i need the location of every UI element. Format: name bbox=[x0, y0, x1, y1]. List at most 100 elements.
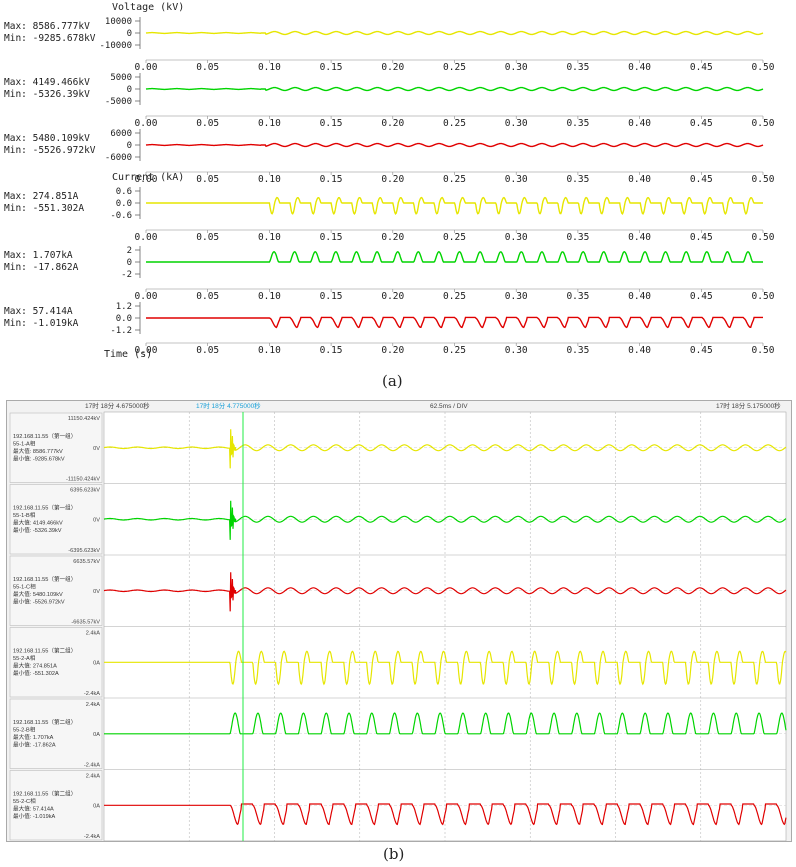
scale-top-label: 2.4kA bbox=[86, 702, 101, 708]
scale-zero-label: 0A bbox=[93, 660, 100, 666]
y-tick-label: 2 bbox=[127, 246, 132, 256]
x-axis: 0.00 0.05 0.10 0.15 0.20 0.25 0.30 0.35 0.40 0.45… bbox=[135, 288, 775, 302]
channel-max-label: Max: 1.707kA bbox=[4, 250, 73, 261]
panel-b-caption: (b) bbox=[383, 845, 405, 863]
x-tick-label: 0.05 bbox=[196, 291, 219, 302]
x-tick-label: 0.10 bbox=[258, 62, 281, 73]
y-tick-label: -5000 bbox=[105, 97, 132, 107]
waveform-line bbox=[146, 250, 763, 263]
y-tick-label: 0 bbox=[127, 29, 132, 39]
x-tick-label: 0.40 bbox=[628, 174, 651, 185]
channel-max-label: Max: 57.414A bbox=[4, 306, 73, 317]
channel-a-6: Max: 57.414AMin: -1.019kA1.20.0-1.20.00 0… bbox=[4, 302, 775, 356]
waveform-line bbox=[146, 316, 763, 329]
x-tick-label: 0.45 bbox=[690, 174, 713, 185]
x-tick-label: 0.05 bbox=[196, 174, 219, 185]
channel-ip-label: 192.168.11.55（第二组） bbox=[13, 718, 76, 726]
channel-min-label: 最小值: -5526.972kV bbox=[13, 597, 65, 605]
channel-max-label: 最大值: 5480.109kV bbox=[13, 590, 63, 598]
y-tick-label: 5000 bbox=[110, 73, 132, 83]
x-tick-label: 0.30 bbox=[505, 345, 528, 356]
channel-max-label: Max: 8586.777kV bbox=[4, 21, 90, 32]
x-tick-label: 0.25 bbox=[443, 291, 466, 302]
x-tick-label: 0.50 bbox=[752, 174, 775, 185]
scale-top-label: 2.4kA bbox=[86, 774, 101, 780]
channel-min-label: 最小值: -9285.678kV bbox=[13, 454, 65, 462]
channel-label-box[interactable] bbox=[9, 412, 103, 483]
x-tick-label: 0.50 bbox=[752, 345, 775, 356]
x-tick-label: 0.15 bbox=[320, 345, 343, 356]
panel-a-chart: Voltage (kV) Current (kA) Time (s) Max: … bbox=[4, 2, 775, 360]
x-tick-label: 0.25 bbox=[443, 232, 466, 243]
panel-b-chart: 17时 18分 4.675000秒 17时 18分 4.775000秒 62.5… bbox=[9, 401, 787, 842]
x-tick-label: 0.05 bbox=[196, 232, 219, 243]
channel-max-label: 最大值: 8586.777kV bbox=[13, 447, 63, 455]
x-tick-label: 0.50 bbox=[752, 62, 775, 73]
y-tick-label: -1.2 bbox=[110, 326, 132, 336]
channel-label-box[interactable] bbox=[9, 484, 103, 555]
channel-max-label: Max: 274.851A bbox=[4, 191, 79, 202]
y-tick-label: -2 bbox=[121, 270, 132, 280]
channel-name-label: 55-2-C相 bbox=[13, 797, 36, 805]
x-tick-label: 0.45 bbox=[690, 345, 713, 356]
x-tick-label: 0.35 bbox=[566, 62, 589, 73]
x-tick-label: 0.45 bbox=[690, 232, 713, 243]
panel-a-caption: (a) bbox=[382, 372, 403, 390]
channel-a-4: Max: 274.851AMin: -551.302A0.60.0-0.60.0… bbox=[4, 187, 775, 243]
channel-label-box[interactable] bbox=[9, 770, 103, 841]
channel-name-label: 55-1-A相 bbox=[13, 439, 36, 447]
x-tick-label: 0.20 bbox=[381, 174, 404, 185]
x-tick-label: 0.35 bbox=[566, 345, 589, 356]
y-tick-label: 0 bbox=[127, 258, 132, 268]
y-tick-label: -10000 bbox=[99, 41, 132, 51]
x-tick-label: 0.25 bbox=[443, 174, 466, 185]
x-tick-label: 0.50 bbox=[752, 291, 775, 302]
channel-min-label: Min: -9285.678kV bbox=[4, 33, 96, 44]
x-axis: 0.00 0.05 0.10 0.15 0.20 0.25 0.30 0.35 0.40 0.45… bbox=[135, 115, 775, 129]
channel-label-box[interactable] bbox=[9, 698, 103, 769]
x-tick-label: 0.40 bbox=[628, 62, 651, 73]
x-tick-label: 0.25 bbox=[443, 345, 466, 356]
x-tick-label: 0.15 bbox=[320, 62, 343, 73]
y-tick-label: 0.0 bbox=[116, 314, 132, 324]
channel-name-label: 55-2-B相 bbox=[13, 725, 36, 733]
scale-top-label: 11150.424kV bbox=[68, 416, 100, 422]
x-tick-label: 0.10 bbox=[258, 174, 281, 185]
x-tick-label: 0.40 bbox=[628, 118, 651, 129]
x-tick-label: 0.00 bbox=[135, 62, 158, 73]
channel-min-label: 最小值: -551.302A bbox=[13, 669, 59, 677]
channel-max-label: 最大值: 1.707kA bbox=[13, 733, 54, 741]
channel-max-label: Max: 5480.109kV bbox=[4, 133, 90, 144]
x-tick-label: 0.00 bbox=[135, 291, 158, 302]
scale-top-label: 2.4kA bbox=[86, 631, 101, 637]
channel-name-label: 55-1-B相 bbox=[13, 511, 36, 519]
x-tick-label: 0.20 bbox=[381, 118, 404, 129]
channel-max-label: Max: 4149.466kV bbox=[4, 77, 90, 88]
x-tick-label: 0.25 bbox=[443, 118, 466, 129]
scale-bottom-label: -2.4kA bbox=[84, 763, 100, 769]
scale-top-label: 6395.623kV bbox=[70, 488, 100, 494]
x-tick-label: 0.05 bbox=[196, 118, 219, 129]
scale-bottom-label: -6635.57kV bbox=[71, 620, 100, 626]
x-tick-label: 0.40 bbox=[628, 291, 651, 302]
x-tick-label: 0.30 bbox=[505, 118, 528, 129]
time-start-label: 17时 18分 4.675000秒 bbox=[85, 401, 150, 410]
cursor-time-label: 17时 18分 4.775000秒 bbox=[196, 401, 261, 410]
scale-zero-label: 0V bbox=[93, 446, 100, 452]
y-tick-label: 6000 bbox=[110, 129, 132, 139]
waveform-line bbox=[145, 142, 764, 148]
x-tick-label: 0.40 bbox=[628, 232, 651, 243]
x-tick-label: 0.10 bbox=[258, 118, 281, 129]
x-tick-label: 0.35 bbox=[566, 118, 589, 129]
waveform-line bbox=[145, 30, 764, 36]
waveform-line bbox=[145, 86, 764, 92]
x-tick-label: 0.20 bbox=[381, 62, 404, 73]
channel-label-box[interactable] bbox=[9, 555, 103, 626]
channel-a-5: Max: 1.707kAMin: -17.862A 2 0 -2 0.00 0.05 0.1… bbox=[4, 246, 775, 302]
x-tick-label: 0.45 bbox=[690, 62, 713, 73]
x-tick-label: 0.35 bbox=[566, 232, 589, 243]
channel-label-box[interactable] bbox=[9, 627, 103, 698]
x-tick-label: 0.15 bbox=[320, 232, 343, 243]
channel-min-label: Min: -5326.39kV bbox=[4, 89, 90, 100]
scale-zero-label: 0V bbox=[93, 589, 100, 595]
